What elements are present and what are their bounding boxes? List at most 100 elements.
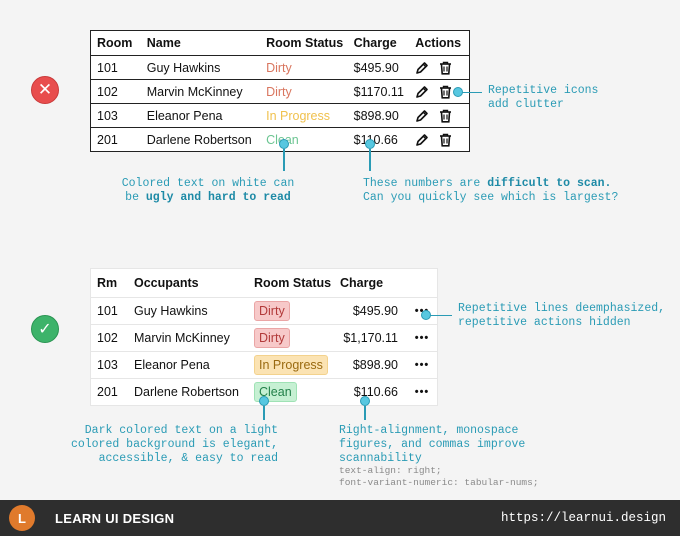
- good-header-room: Rm: [97, 276, 118, 290]
- bad-header-charge: Charge: [353, 36, 397, 50]
- good-table-header: Rm Occupants Room Status Charge: [91, 269, 437, 297]
- bad-cell-charge: $110.66: [353, 132, 398, 147]
- more-actions-icon[interactable]: •••: [398, 359, 436, 371]
- learn-ui-logo-icon[interactable]: L: [9, 505, 35, 531]
- bad-cell-room: 102: [97, 84, 118, 99]
- bad-cell-actions: [415, 61, 469, 75]
- annotation-icons: Repetitive icons add clutter: [488, 84, 638, 112]
- good-cell-charge: $898.90: [352, 358, 398, 372]
- annotation-lines-line2: repetitive actions hidden: [458, 316, 631, 329]
- bad-table-row: 103 Eleanor Pena In Progress $898.90: [91, 103, 469, 127]
- good-cell-room: 102: [97, 331, 118, 345]
- footer: L LEARN UI DESIGN https://learnui.design: [0, 500, 680, 536]
- annotation-numbers-line1: These numbers are difficult to scan.: [363, 177, 663, 191]
- annotation-numbers-bold: difficult to scan.: [487, 177, 612, 190]
- good-cell-status: Dirty: [254, 328, 334, 348]
- annotation-align: Right-alignment, monospace figures, and …: [339, 424, 579, 466]
- annotation-colored-text: Colored text on white can be ugly and ha…: [108, 177, 308, 205]
- annotation-numbers-prefix: These numbers are: [363, 177, 488, 190]
- bad-header-room: Room: [97, 36, 133, 50]
- status-badge: Dirty: [254, 301, 290, 321]
- good-cell-room: 201: [97, 385, 118, 399]
- annotation-lines: Repetitive lines deemphasized, repetitiv…: [458, 302, 673, 330]
- status-badge: Dirty: [254, 328, 290, 348]
- annotation-lines-line1: Repetitive lines deemphasized,: [458, 302, 666, 315]
- bad-cell-name: Marvin McKinney: [146, 84, 243, 99]
- annotation-numbers: These numbers are difficult to scan. Can…: [363, 177, 663, 205]
- bad-cell-name: Darlene Robertson: [146, 132, 252, 147]
- site-url-link[interactable]: https://learnui.design: [501, 511, 666, 525]
- bad-cell-actions: [415, 133, 469, 147]
- more-actions-icon[interactable]: •••: [398, 332, 436, 344]
- annotation-colored-text-line1: Colored text on white can: [121, 177, 295, 190]
- bad-cell-charge: $898.90: [353, 108, 399, 123]
- annotation-dark: Dark colored text on a light colored bac…: [60, 424, 278, 466]
- trash-icon[interactable]: [439, 133, 452, 147]
- bad-table-header: Room Name Room Status Charge Actions: [91, 31, 469, 55]
- good-table-row: 102 Marvin McKinney Dirty $1,170.11 •••: [91, 324, 437, 351]
- bad-cell-status: Dirty: [266, 60, 292, 75]
- annotation-colored-text-bold: ugly and hard to read: [145, 191, 291, 204]
- trash-icon[interactable]: [439, 61, 452, 75]
- bad-cell-actions: [415, 109, 469, 123]
- good-example-icon: ✓: [31, 315, 59, 343]
- annotation-align-line1: Right-alignment, monospace: [339, 424, 519, 437]
- bad-cell-room: 201: [97, 132, 118, 147]
- annotation-dark-line2: colored background is elegant,: [70, 438, 278, 451]
- trash-icon[interactable]: [439, 109, 452, 123]
- logo-letter: L: [18, 510, 26, 526]
- bad-header-actions: Actions: [415, 36, 462, 50]
- good-cell-name: Marvin McKinney: [134, 331, 230, 345]
- annotation-dot-numbers: [365, 139, 375, 149]
- bad-example-icon: ✕: [31, 76, 59, 104]
- annotation-line-align: [364, 406, 366, 420]
- good-header-charge: Charge: [340, 276, 384, 290]
- pencil-icon[interactable]: [415, 133, 429, 147]
- good-cell-room: 101: [97, 304, 118, 318]
- good-header-status: Room Status: [254, 276, 332, 290]
- annotation-align-line2: figures, and commas improve: [339, 438, 526, 451]
- bad-table-row: 102 Marvin McKinney Dirty $1170.11: [91, 79, 469, 103]
- annotation-colored-text-line2: be ugly and hard to read: [108, 191, 308, 205]
- good-table: Rm Occupants Room Status Charge 101 Guy H…: [90, 268, 438, 406]
- pencil-icon[interactable]: [415, 61, 429, 75]
- pencil-icon[interactable]: [415, 109, 429, 123]
- bad-cell-status: In Progress: [266, 108, 331, 123]
- good-header-occupants: Occupants: [134, 276, 199, 290]
- annotation-line-icons: [462, 91, 482, 93]
- bad-cell-room: 103: [97, 108, 118, 123]
- bad-cell-charge: $1170.11: [353, 84, 404, 99]
- bad-cell-charge: $495.90: [353, 60, 399, 75]
- annotation-line-lines: [430, 314, 452, 316]
- status-badge: In Progress: [254, 355, 328, 375]
- annotation-dot-dark: [259, 396, 269, 406]
- annotation-dark-line3: accessible, & easy to read: [98, 452, 278, 465]
- bad-cell-room: 101: [97, 60, 118, 75]
- trash-icon[interactable]: [439, 85, 452, 99]
- good-table-row: 101Guy HawkinsDirty$495.90•••: [91, 297, 437, 324]
- annotation-numbers-line2: Can you quickly see which is largest?: [363, 191, 619, 204]
- annotation-colored-text-prefix: be: [125, 191, 146, 204]
- brand-name[interactable]: LEARN UI DESIGN: [55, 511, 174, 526]
- bad-cell-name: Eleanor Pena: [146, 108, 223, 123]
- bad-header-status: Room Status: [266, 36, 344, 50]
- annotation-code-line1: text-align: right;: [339, 465, 442, 476]
- annotation-dot-status: [279, 139, 289, 149]
- bad-cell-status: Dirty: [266, 84, 292, 99]
- good-cell-name: Guy Hawkins: [134, 304, 208, 318]
- annotation-icons-line2: add clutter: [488, 98, 564, 111]
- bad-table-row: 101 Guy Hawkins Dirty $495.90: [91, 55, 469, 79]
- annotation-code-line2: font-variant-numeric: tabular-nums;: [339, 477, 539, 488]
- good-cell-charge: $1,170.11: [343, 331, 398, 345]
- annotation-dark-line1: Dark colored text on a light: [84, 424, 278, 437]
- bad-cell-name: Guy Hawkins: [146, 60, 221, 75]
- annotation-line-dark: [263, 406, 265, 420]
- more-actions-icon[interactable]: •••: [398, 386, 436, 398]
- good-table-row: 103 Eleanor Pena In Progress $898.90 •••: [91, 351, 437, 378]
- good-cell-name: Eleanor Pena: [134, 358, 210, 372]
- good-cell-status: In Progress: [254, 355, 334, 375]
- annotation-code: text-align: right; font-variant-numeric:…: [339, 465, 599, 489]
- annotation-icons-line1: Repetitive icons: [488, 84, 599, 97]
- pencil-icon[interactable]: [415, 85, 429, 99]
- annotation-line-numbers: [369, 149, 371, 171]
